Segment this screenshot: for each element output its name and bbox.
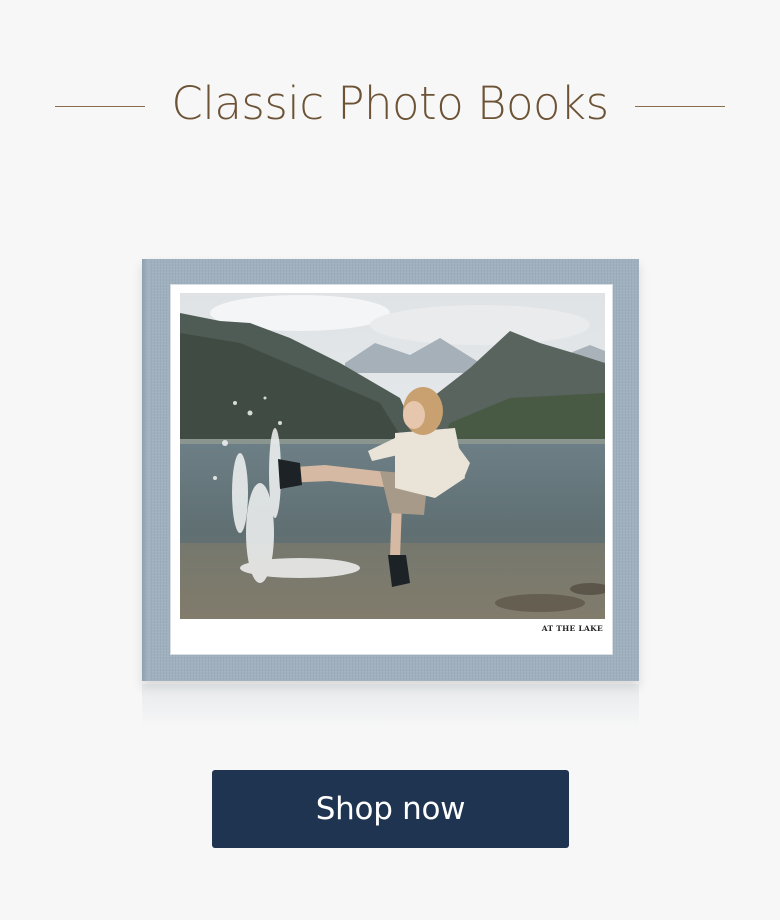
book-reflection [142, 684, 639, 728]
book-spine [142, 259, 149, 681]
book-cover-page: AT THE LAKE [170, 284, 613, 655]
shop-now-button[interactable]: Shop now [212, 770, 569, 848]
section-header: Classic Photo Books [0, 72, 780, 136]
decorative-rule-right [635, 106, 725, 107]
photo-lake-kick-icon [180, 293, 605, 619]
cover-photo [180, 293, 605, 619]
cover-caption: AT THE LAKE [541, 624, 603, 633]
page-title: Classic Photo Books [171, 77, 609, 130]
photo-book-product-image[interactable]: AT THE LAKE [142, 259, 639, 681]
